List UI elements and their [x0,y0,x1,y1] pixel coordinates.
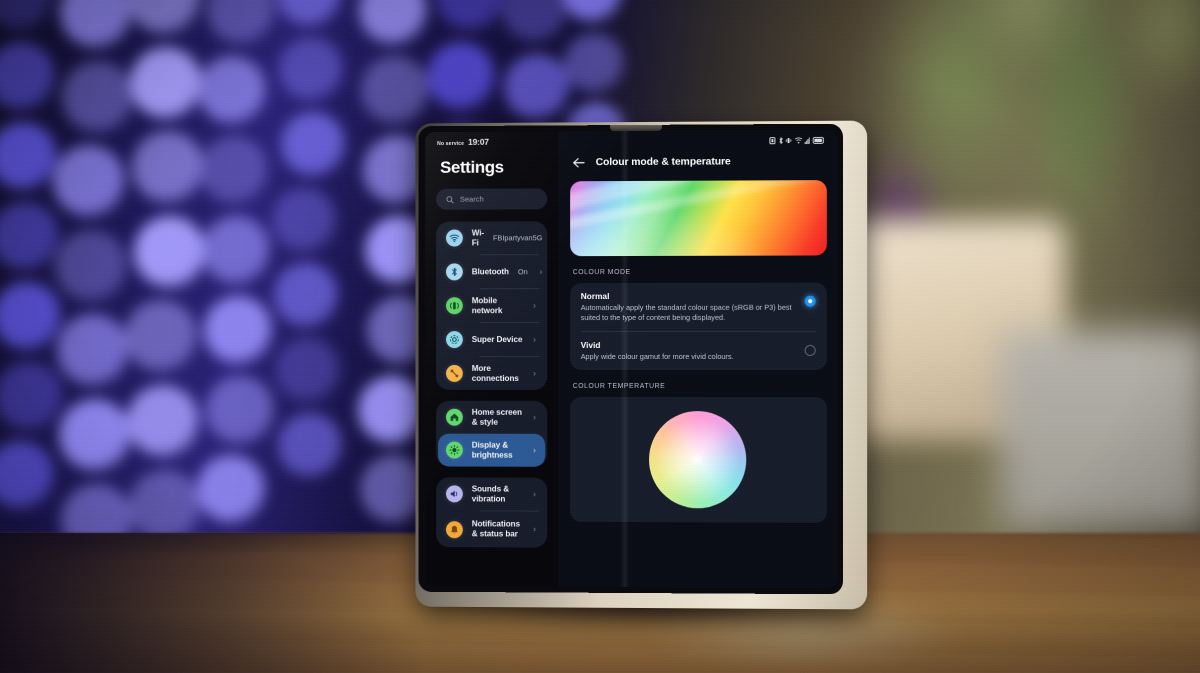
colour-wheel[interactable] [649,411,747,509]
chevron-right-icon: › [533,368,536,378]
radio-vivid[interactable] [804,345,816,357]
colour-mode-option-vivid[interactable]: Vivid Apply wide colour gamut for more v… [570,332,827,370]
colour-mode-option-normal-text: Normal Automatically apply the standard … [581,291,795,323]
phone-screen-bezel: No service 19:07 Settings Search Wi-Fi F… [418,123,844,595]
colour-mode-section-label: COLOUR MODE [572,268,631,277]
bluetooth-icon [446,263,463,281]
search-input[interactable]: Search [436,188,547,210]
hinge-notch [610,123,663,132]
home-screen-icon [446,408,463,426]
table-shadow-left [0,533,420,673]
chevron-right-icon: › [533,524,536,534]
radio-normal[interactable] [804,295,816,307]
sidebar-item-label: Super Device [471,334,523,344]
detail-header: Colour mode & temperature [570,156,827,168]
sidebar-item-label: Sounds & vibration [471,484,510,504]
mobile-network-icon [446,297,463,315]
back-arrow-icon[interactable] [572,157,585,168]
more-connections-icon [446,364,463,382]
sound-icon [446,485,463,503]
chevron-right-icon: › [533,334,536,344]
chevron-right-icon: › [533,445,536,455]
sidebar-item-super-device[interactable]: Super Device › [438,323,545,356]
sidebar-item-label: Wi-Fi [471,228,485,247]
colour-temperature-section-label: COLOUR TEMPERATURE [572,383,666,391]
sidebar-item-bluetooth[interactable]: Bluetooth On › [438,255,545,288]
detail-pane: Colour mode & temperature COLOUR MODE No… [557,129,837,589]
notifications-icon [446,520,463,538]
sidebar-item-display-brightness[interactable]: Display & brightness › [438,433,545,467]
rainbow-preview-banner [569,180,827,257]
chevron-right-icon: › [533,300,536,310]
sidebar-item-label: Home screen & style [471,407,522,427]
display-brightness-icon [446,441,463,459]
phone-display: No service 19:07 Settings Search Wi-Fi F… [425,129,837,589]
settings-sidebar: Settings Search Wi-FiFBIpartyvan5G›Bluet… [425,131,558,587]
sidebar-group: Sounds & vibration › Notifications & statu… [436,477,547,548]
detail-title: Colour mode & temperature [595,156,731,169]
sidebar-item-value: On [517,267,528,277]
wall-background-right [1000,330,1200,530]
sidebar-item-label: Bluetooth [471,266,509,276]
sidebar-item-label: More connections [471,363,519,383]
sidebar-item-label: Notifications & status bar [471,519,520,539]
sidebar-item-mobile-network[interactable]: Mobile network › [438,289,545,322]
colour-wheel-handle[interactable] [693,455,703,465]
colour-mode-option-normal[interactable]: Normal Automatically apply the standard … [570,283,827,332]
sidebar-item-sounds-vibration[interactable]: Sounds & vibration › [438,477,545,510]
chevron-right-icon: › [533,412,536,422]
sidebar-item-label: Mobile network [471,296,503,315]
screenshot-scene: No service 19:07 Settings Search Wi-Fi F… [0,0,1200,673]
sidebar-item-wi-fi[interactable]: Wi-FiFBIpartyvan5G› [438,221,545,254]
sidebar-item-more-connections[interactable]: More connections › [438,357,545,390]
sidebar-item-value: FBIpartyvan5G [493,233,543,243]
super-device-icon [446,331,463,349]
chevron-right-icon: › [533,489,536,499]
sidebar-groups: Wi-FiFBIpartyvan5G›BluetoothOn›Mobile ne… [436,221,547,548]
sidebar-item-label: Display & brightness [471,440,513,460]
sidebar-item-home-screen-style[interactable]: Home screen & style › [438,401,545,434]
sidebar-group: Wi-FiFBIpartyvan5G›BluetoothOn›Mobile ne… [436,221,547,390]
search-placeholder: Search [459,194,484,204]
colour-mode-option-normal-title: Normal [580,291,610,302]
page-title: Settings [440,157,504,177]
colour-temperature-panel [569,397,827,524]
colour-mode-option-vivid-desc: Apply wide colour gamut for more vivid c… [580,352,734,362]
search-icon [446,195,454,203]
sidebar-item-notifications-status-bar[interactable]: Notifications & status bar › [438,511,545,547]
chevron-right-icon: › [539,266,543,276]
colour-mode-option-normal-desc: Automatically apply the standard colour … [580,302,792,323]
foldable-phone: No service 19:07 Settings Search Wi-Fi F… [414,120,868,610]
sidebar-group: Home screen & style › Display & brightness… [436,400,547,467]
colour-mode-panel: Normal Automatically apply the standard … [569,282,827,371]
wifi-icon [446,229,463,247]
colour-mode-option-vivid-text: Vivid Apply wide colour gamut for more v… [581,340,795,362]
colour-mode-option-vivid-title: Vivid [580,340,601,351]
